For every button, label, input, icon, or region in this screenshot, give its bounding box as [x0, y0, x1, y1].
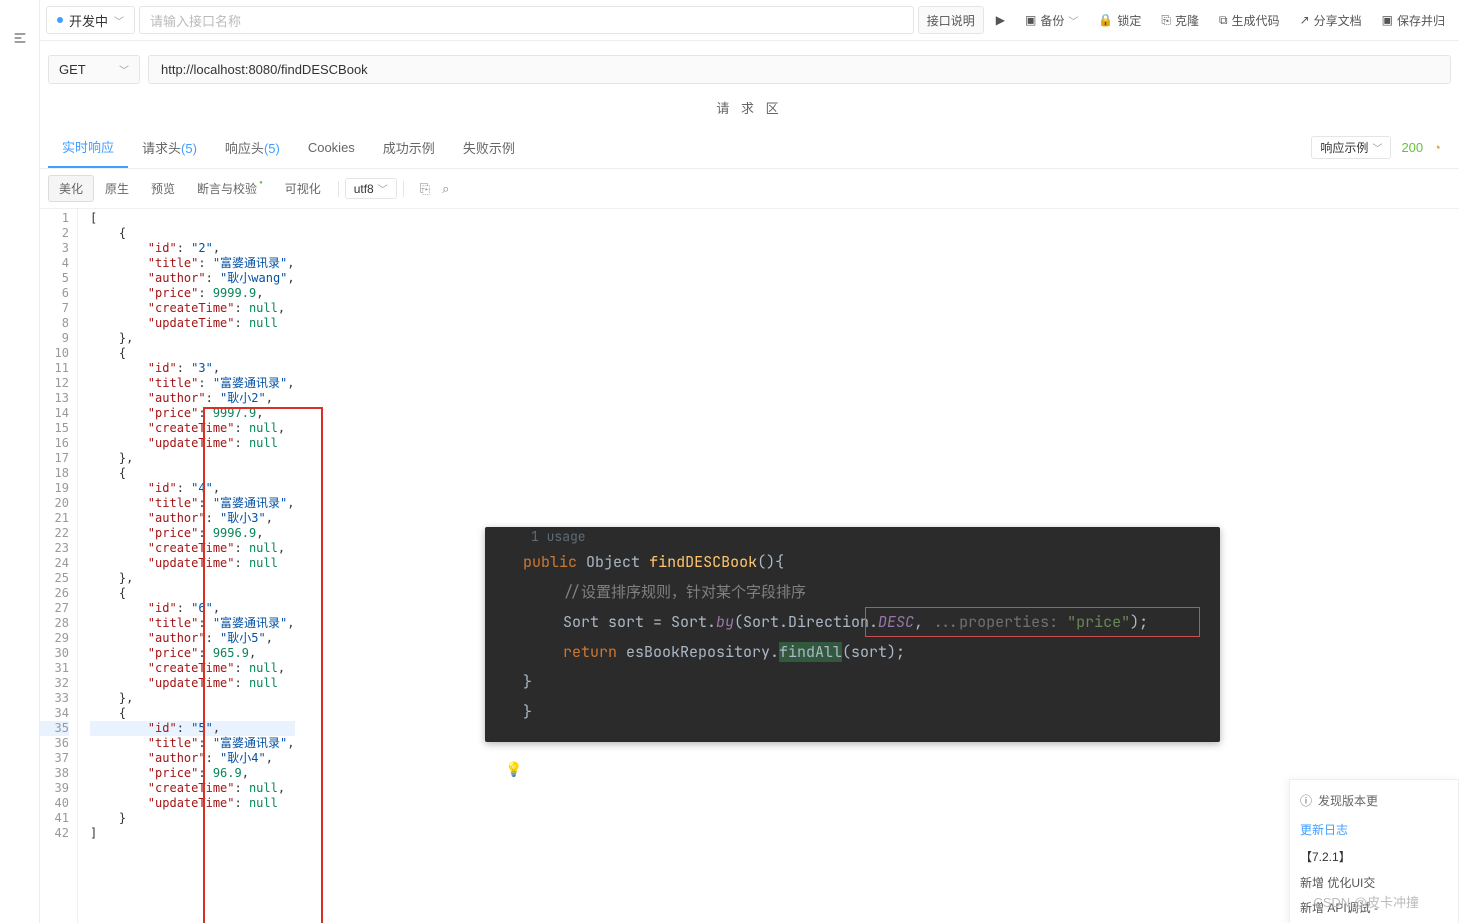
ide-code-overlay: 1 usage public Object findDESCBook(){ //…: [485, 527, 1220, 742]
version-label: 【7.2.1】: [1300, 848, 1448, 865]
panel-title: ⓘ发现版本更: [1300, 792, 1448, 809]
share-button[interactable]: ↗分享文档: [1292, 6, 1370, 34]
charset-dropdown[interactable]: utf8 ﹀: [345, 178, 397, 199]
changelog-item: 新增 优化UI交: [1300, 875, 1448, 892]
search-icon[interactable]: ⌕: [442, 181, 449, 197]
subtab-preview[interactable]: 预览: [140, 175, 186, 202]
http-method-label: GET: [59, 62, 86, 77]
tab-success-example[interactable]: 成功示例: [369, 128, 449, 167]
subtab-assert[interactable]: 断言与校验: [186, 175, 274, 202]
divider: [338, 181, 339, 197]
run-button[interactable]: ▶: [988, 6, 1013, 34]
backup-button[interactable]: ▣备份﹀: [1017, 6, 1086, 34]
chevron-down-icon: ﹀: [1068, 13, 1078, 28]
request-url-input[interactable]: http://localhost:8080/findDESCBook: [148, 55, 1451, 84]
clone-button[interactable]: ⎘克隆: [1153, 6, 1207, 34]
usage-hint: 1 usage: [531, 527, 1202, 547]
clock-icon: ◔: [1433, 140, 1441, 155]
annotation-red-box-code: [865, 607, 1200, 637]
line-number-gutter: 1234567891011121314151617181920212223242…: [40, 209, 78, 923]
copy-icon[interactable]: ⎘: [420, 181, 430, 197]
divider: [403, 181, 404, 197]
subtab-raw[interactable]: 原生: [94, 175, 140, 202]
status-code: 200: [1401, 140, 1423, 155]
response-code[interactable]: [ { "id": "2", "title": "富婆通讯录", "author…: [78, 209, 295, 923]
share-icon: ↗: [1300, 13, 1310, 27]
menu-collapse-icon[interactable]: [12, 30, 28, 49]
tab-realtime-response[interactable]: 实时响应: [48, 127, 128, 168]
watermark: CSDN @皮卡冲撞: [1313, 892, 1419, 911]
response-view-subtabs: 美化 原生 预览 断言与校验 可视化 utf8 ﹀ ⎘ ⌕: [40, 169, 1459, 209]
clone-icon: ⎘: [1161, 13, 1171, 28]
lock-icon: 🔒: [1098, 13, 1113, 27]
tab-cookies[interactable]: Cookies: [294, 130, 369, 165]
dev-status-dropdown[interactable]: 开发中 ﹀: [46, 6, 135, 34]
request-section-label: 请 求 区: [40, 92, 1459, 127]
response-tabs: 实时响应 请求头(5) 响应头(5) Cookies 成功示例 失败示例 响应示…: [40, 127, 1459, 169]
api-name-input[interactable]: 请输入接口名称: [139, 6, 914, 34]
gencode-button[interactable]: ⧉生成代码: [1211, 6, 1288, 34]
changelog-link[interactable]: 更新日志: [1300, 821, 1448, 838]
tab-failure-example[interactable]: 失败示例: [449, 128, 529, 167]
request-url-row: GET ﹀ http://localhost:8080/findDESCBook: [40, 41, 1459, 92]
lock-button[interactable]: 🔒锁定: [1090, 6, 1149, 34]
subtab-visual[interactable]: 可视化: [274, 175, 332, 202]
backup-icon: ▣: [1025, 13, 1036, 27]
save-button[interactable]: ▣保存并归: [1374, 6, 1453, 34]
left-rail: [0, 0, 40, 923]
response-editor: 1234567891011121314151617181920212223242…: [40, 209, 1459, 923]
tab-request-headers[interactable]: 请求头(5): [128, 128, 211, 167]
top-toolbar: 开发中 ﹀ 请输入接口名称 接口说明 ▶ ▣备份﹀ 🔒锁定 ⎘克隆 ⧉生成代码 …: [40, 0, 1459, 41]
status-dot-icon: [57, 17, 63, 23]
lightbulb-icon[interactable]: 💡: [505, 755, 522, 785]
status-label: 开发中: [69, 11, 108, 30]
response-example-dropdown[interactable]: 响应示例 ﹀: [1311, 136, 1391, 159]
chevron-down-icon: ﹀: [1372, 140, 1382, 155]
chevron-down-icon: ﹀: [119, 62, 129, 77]
subtab-beautify[interactable]: 美化: [48, 175, 94, 202]
api-desc-button[interactable]: 接口说明: [918, 6, 984, 34]
chevron-down-icon: ﹀: [378, 181, 388, 196]
play-icon: ▶: [996, 13, 1005, 27]
save-icon: ▣: [1382, 13, 1393, 27]
http-method-dropdown[interactable]: GET ﹀: [48, 55, 140, 84]
info-icon: ⓘ: [1300, 792, 1312, 809]
chevron-down-icon: ﹀: [114, 13, 124, 28]
code-icon: ⧉: [1219, 13, 1228, 28]
tab-response-headers[interactable]: 响应头(5): [211, 128, 294, 167]
